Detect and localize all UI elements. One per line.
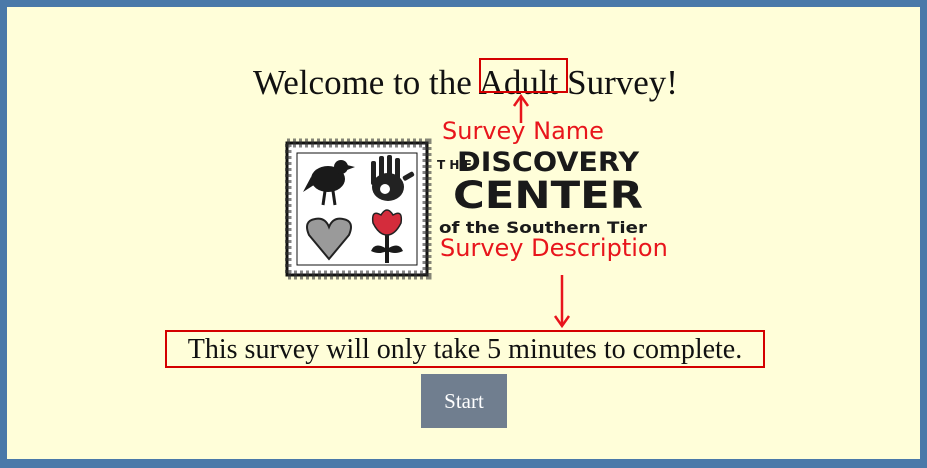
logo-line2: CENTER xyxy=(453,174,643,217)
start-button[interactable]: Start xyxy=(421,374,507,428)
survey-description: This survey will only take 5 minutes to … xyxy=(187,334,743,365)
survey-welcome-page: Welcome to the Adult Survey! Survey Name… xyxy=(7,7,920,459)
discovery-center-logo: T H E DISCOVERY CENTER of the Southern T… xyxy=(285,138,647,280)
logo-line3: of the Southern Tier xyxy=(439,218,647,237)
